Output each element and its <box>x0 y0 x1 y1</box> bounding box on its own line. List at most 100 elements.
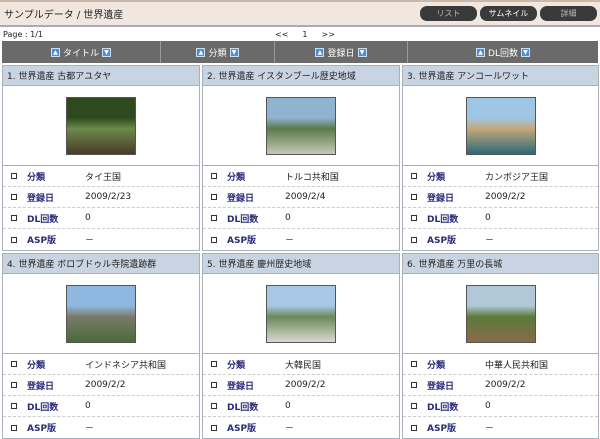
item-title[interactable]: 6. 世界遺産 万里の長城 <box>403 254 598 274</box>
field-value: － <box>85 236 95 246</box>
bullet-icon <box>411 173 417 179</box>
field-label: DL回数 <box>227 214 259 225</box>
item-title[interactable]: 2. 世界遺産 イスタンブール歴史地域 <box>203 66 399 86</box>
field-value: 大韓民国 <box>285 360 322 371</box>
sort-desc-icon[interactable]: ▼ <box>520 47 530 57</box>
field-value: 0 <box>485 213 491 223</box>
sort-label: 分類 <box>208 48 227 59</box>
field-label: 登録日 <box>427 193 455 204</box>
sort-title: ▲ タイトル ▼ <box>2 41 161 63</box>
next-page-link[interactable]: >> <box>322 30 335 39</box>
field-label: 分類 <box>427 360 446 371</box>
item-card: 6. 世界遺産 万里の長城 分類 中華人民共和国 登録日 2009/2/2 DL回数 0 A… <box>402 253 599 439</box>
bullet-icon <box>211 361 217 367</box>
thumbnail-view-button[interactable]: サムネイル <box>480 6 537 21</box>
bullet-icon <box>11 173 17 179</box>
field-label: 登録日 <box>227 193 255 204</box>
sort-desc-icon[interactable]: ▼ <box>102 47 111 57</box>
field-value: 2009/2/2 <box>485 380 526 390</box>
field-label: ASP版 <box>227 236 257 246</box>
sort-asc-icon[interactable]: ▲ <box>50 47 60 57</box>
item-card: 3. 世界遺産 アンコールワット 分類 カンボジア王国 登録日 2009/2/2 DL回… <box>402 65 599 251</box>
bullet-icon <box>211 403 217 409</box>
field-row-category: 分類 タイ王国 <box>3 166 199 187</box>
bullet-icon <box>11 403 17 409</box>
field-row-category: 分類 大韓民国 <box>203 354 399 375</box>
field-label: DL回数 <box>427 214 459 225</box>
thumbnail-container <box>203 86 399 166</box>
field-value: 2009/2/4 <box>285 192 326 202</box>
thumbnail-image[interactable] <box>66 96 136 155</box>
sort-desc-icon[interactable]: ▼ <box>229 47 239 57</box>
field-row-date: 登録日 2009/2/2 <box>203 375 399 396</box>
list-view-button[interactable]: リスト <box>420 6 477 21</box>
field-row-date: 登録日 2009/2/23 <box>3 187 199 208</box>
field-row-category: 分類 中華人民共和国 <box>403 354 598 375</box>
sort-date: ▲ 登録日 ▼ <box>275 41 408 63</box>
field-label: 分類 <box>27 172 46 183</box>
field-value: 2009/2/2 <box>485 192 526 202</box>
bullet-icon <box>211 194 217 200</box>
field-label: 登録日 <box>27 193 55 204</box>
field-value: 0 <box>285 213 291 223</box>
item-card: 1. 世界遺産 古都アユタヤ 分類 タイ王国 登録日 2009/2/23 DL回数 0 AS… <box>2 65 200 251</box>
field-row-dl: DL回数 0 <box>403 208 598 229</box>
field-row-asp: ASP版 － <box>203 229 399 250</box>
field-value: － <box>485 236 495 246</box>
detail-view-button[interactable]: 詳細 <box>540 6 597 21</box>
sort-asc-icon[interactable]: ▲ <box>315 47 325 57</box>
current-page-link[interactable]: 1 <box>302 30 307 39</box>
field-value: 0 <box>485 401 491 411</box>
bullet-icon <box>411 424 417 431</box>
field-label: ASP版 <box>427 236 457 246</box>
field-value: － <box>285 236 295 246</box>
field-row-category: 分類 トルコ共和国 <box>203 166 399 187</box>
bullet-icon <box>11 194 17 200</box>
field-value: タイ王国 <box>85 172 122 183</box>
field-label: 分類 <box>227 172 246 183</box>
bullet-icon <box>211 215 217 221</box>
field-row-category: 分類 インドネシア共和国 <box>3 354 199 375</box>
thumbnail-container <box>3 274 199 354</box>
field-label: 分類 <box>427 172 446 183</box>
field-value: － <box>285 424 295 434</box>
thumbnail-image[interactable] <box>465 284 536 343</box>
field-row-asp: ASP版 － <box>3 417 199 438</box>
thumbnail-image[interactable] <box>465 96 536 155</box>
field-row-dl: DL回数 0 <box>203 208 399 229</box>
item-title[interactable]: 1. 世界遺産 古都アユタヤ <box>3 66 199 86</box>
field-label: DL回数 <box>27 402 59 413</box>
field-value: トルコ共和国 <box>285 172 339 183</box>
thumbnail-image[interactable] <box>66 284 136 343</box>
sort-desc-icon[interactable]: ▼ <box>357 47 367 57</box>
item-title[interactable]: 3. 世界遺産 アンコールワット <box>403 66 598 86</box>
bullet-icon <box>11 424 17 431</box>
thumbnail-container <box>403 86 598 166</box>
pager: << 1 >> <box>275 30 335 39</box>
bullet-icon <box>411 382 417 388</box>
field-row-dl: DL回数 0 <box>3 396 199 417</box>
bullet-icon <box>411 194 417 200</box>
item-title[interactable]: 4. 世界遺産 ボロブドゥル寺院遺跡群 <box>3 254 199 274</box>
thumbnail-image[interactable] <box>266 96 336 155</box>
field-row-date: 登録日 2009/2/2 <box>403 187 598 208</box>
bullet-icon <box>411 361 417 367</box>
sort-asc-icon[interactable]: ▲ <box>476 47 486 57</box>
field-row-asp: ASP版 － <box>3 229 199 250</box>
thumbnail-container <box>403 274 598 354</box>
field-row-asp: ASP版 － <box>203 417 399 438</box>
field-label: ASP版 <box>27 424 57 434</box>
field-row-date: 登録日 2009/2/2 <box>3 375 199 396</box>
prev-page-link[interactable]: << <box>275 30 288 39</box>
sort-bar: ▲ タイトル ▼ ▲ 分類 ▼ ▲ 登録日 ▼ ▲ DL回数 ▼ <box>2 41 598 63</box>
field-row-asp: ASP版 － <box>403 417 598 438</box>
field-value: 0 <box>285 401 291 411</box>
field-label: ASP版 <box>27 236 57 246</box>
bullet-icon <box>411 236 417 243</box>
item-title[interactable]: 5. 世界遺産 慶州歴史地域 <box>203 254 399 274</box>
field-row-dl: DL回数 0 <box>3 208 199 229</box>
field-row-date: 登録日 2009/2/4 <box>203 187 399 208</box>
field-value: 0 <box>85 213 91 223</box>
thumbnail-image[interactable] <box>266 284 336 343</box>
sort-asc-icon[interactable]: ▲ <box>196 47 206 57</box>
